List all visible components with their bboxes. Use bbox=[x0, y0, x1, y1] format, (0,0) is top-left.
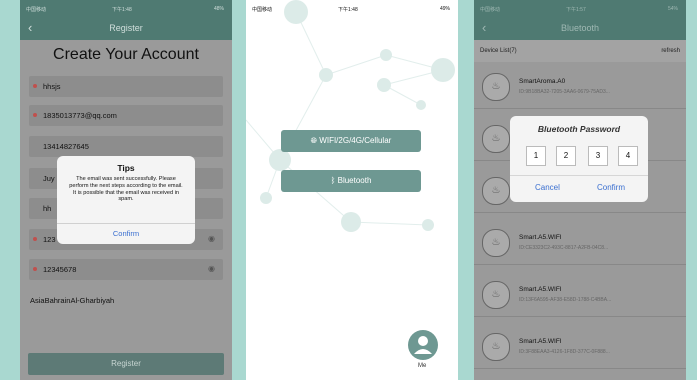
confirm-button[interactable]: Confirm bbox=[597, 183, 625, 192]
steam-icon: ♨ bbox=[482, 229, 510, 257]
bluetooth-icon: ᛒ bbox=[330, 176, 338, 185]
steam-icon: ♨ bbox=[482, 333, 510, 361]
required-dot bbox=[33, 237, 37, 241]
eye-icon[interactable]: ◉ bbox=[208, 234, 215, 243]
page-title: Bluetooth bbox=[560, 23, 600, 33]
bluetooth-password-dialog: Bluetooth Password 1 2 3 4 Cancel Confir… bbox=[510, 116, 648, 202]
tips-title: Tips bbox=[117, 163, 135, 173]
required-dot bbox=[33, 84, 37, 88]
list-item[interactable]: ♨ Smart.A5.WIFI ID:13F6A595-AF38-E58D-1788… bbox=[474, 274, 686, 317]
steam-icon: ♨ bbox=[482, 125, 510, 153]
pin-digit-1[interactable]: 1 bbox=[526, 146, 546, 166]
tips-dialog: Tips The email was sent successfully. Pl… bbox=[57, 156, 195, 244]
required-dot bbox=[33, 267, 37, 271]
register-button[interactable]: Register bbox=[28, 353, 224, 375]
phone-field[interactable]: 13414827645 bbox=[29, 136, 223, 157]
status-bar: 中国移动 下午1:48 49% bbox=[246, 0, 458, 18]
list-item[interactable]: ♨ Smart.A5.WIFI ID:CE3323C2-493C-8817-A2FB… bbox=[474, 222, 686, 265]
avatar[interactable] bbox=[408, 330, 438, 360]
confirm-password-field[interactable]: 12345678 ◉ bbox=[29, 259, 223, 280]
pin-digit-4[interactable]: 4 bbox=[618, 146, 638, 166]
page-title: Register bbox=[109, 23, 143, 33]
connect-screen: 中国移动 下午1:48 49% 🌐︎ WIFI/2G/4G/Cellular ᛒ… bbox=[246, 0, 458, 380]
status-bar: 中国移动 下午1:57 54% bbox=[474, 0, 686, 18]
register-screen: 中国移动 下午1:48 48% ‹ Register Create Your A… bbox=[20, 0, 232, 380]
list-item[interactable]: ♨ Smart.A5.WIFI ID:3F88EAA3-4126-1F8D-377C… bbox=[474, 326, 686, 369]
device-list-label: Device List(7) bbox=[480, 48, 517, 54]
confirm-button[interactable]: Confirm bbox=[57, 223, 195, 244]
divider bbox=[510, 175, 648, 176]
bluetooth-button[interactable]: ᛒ Bluetooth bbox=[281, 170, 421, 192]
nav-bar: ‹ Bluetooth bbox=[474, 18, 686, 40]
carrier: 中国移动 bbox=[26, 7, 47, 13]
region-text[interactable]: AsiaBahrainAl-Gharbiyah bbox=[30, 296, 114, 305]
steam-icon: ♨ bbox=[482, 177, 510, 205]
wifi-button[interactable]: 🌐︎ WIFI/2G/4G/Cellular bbox=[281, 130, 421, 152]
username-field[interactable]: hhsjs bbox=[29, 76, 223, 97]
create-account-heading: Create Your Account bbox=[53, 46, 199, 63]
carrier: 中国移动 bbox=[480, 7, 501, 13]
steam-icon: ♨ bbox=[482, 73, 510, 101]
battery: 48% bbox=[213, 6, 224, 12]
required-dot bbox=[33, 113, 37, 117]
bluetooth-screen: 中国移动 下午1:57 54% ‹ Bluetooth Device List(… bbox=[474, 0, 686, 380]
me-label[interactable]: Me bbox=[418, 363, 426, 369]
email-field[interactable]: 1835013773@qq.com bbox=[29, 105, 223, 126]
time: 下午1:48 bbox=[338, 7, 358, 13]
battery: 49% bbox=[439, 6, 450, 12]
time: 下午1:48 bbox=[112, 7, 132, 13]
carrier: 中国移动 bbox=[252, 7, 273, 13]
dialog-title: Bluetooth Password bbox=[537, 124, 621, 134]
battery: 54% bbox=[667, 6, 678, 12]
cancel-button[interactable]: Cancel bbox=[535, 183, 560, 192]
eye-icon[interactable]: ◉ bbox=[208, 264, 215, 273]
pin-digit-2[interactable]: 2 bbox=[556, 146, 576, 166]
status-bar: 中国移动 下午1:48 48% bbox=[20, 0, 232, 18]
refresh-button[interactable]: refresh bbox=[661, 48, 680, 54]
pin-digit-3[interactable]: 3 bbox=[588, 146, 608, 166]
time: 下午1:57 bbox=[566, 7, 586, 13]
nav-bar: ‹ Register bbox=[20, 18, 232, 40]
list-item[interactable]: ♨ SmartAroma.A0 ID:9B18BA32-7205-3AA6-0679… bbox=[474, 66, 686, 109]
tips-message: The email was sent successfully. Please … bbox=[69, 176, 183, 203]
globe-icon: 🌐︎ bbox=[310, 136, 320, 145]
steam-icon: ♨ bbox=[482, 281, 510, 309]
device-list-header: Device List(7) refresh bbox=[474, 40, 686, 62]
